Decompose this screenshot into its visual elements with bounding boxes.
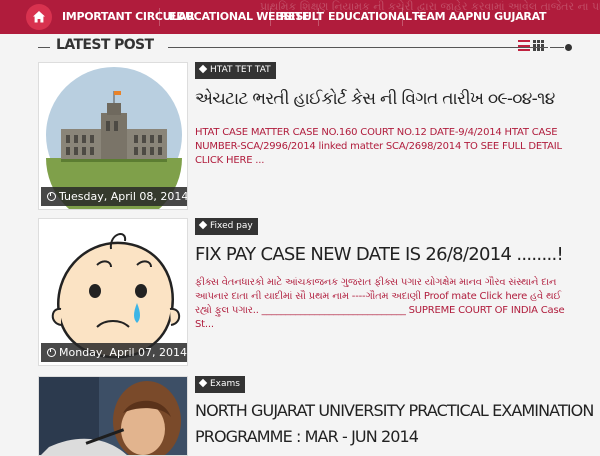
nav-divider — [270, 8, 271, 26]
student-writing-image — [39, 377, 187, 455]
nav-educational-label: EDUCATIONAL — [328, 10, 412, 23]
header-dot-icon — [565, 44, 572, 51]
view-toggle — [518, 40, 545, 51]
post-title-link[interactable]: FIX PAY CASE NEW DATE IS 26/8/2014 .....… — [195, 242, 580, 268]
post-snippet: ફીક્સ વેતનધારકો માટે આંચકાજનક ગુજરાત ફીક… — [195, 277, 565, 330]
post-snippet: HTAT CASE MATTER CASE NO.160 COURT NO.12… — [195, 127, 562, 166]
post-label-tag[interactable]: Fixed pay — [195, 218, 258, 235]
home-icon — [33, 11, 45, 23]
top-navbar: પ્રાથમિક શિક્ષણ નિયામક ની કચેરી દ્વારા જ… — [0, 0, 600, 34]
section-title: LATEST POST — [56, 37, 154, 53]
header-divider — [168, 47, 548, 48]
post-title-link[interactable]: NORTH GUJARAT UNIVERSITY PRACTICAL EXAMI… — [195, 398, 594, 424]
nav-team-aapnu-gujarat[interactable]: TEAM AAPNU GUJARAT — [412, 0, 546, 34]
nav-divider — [318, 8, 319, 26]
post-thumbnail[interactable] — [38, 376, 188, 456]
post-card: Monday, April 07, 2014 Fixed pay FIX PAY… — [38, 218, 578, 366]
post-date: Tuesday, April 08, 2014 — [41, 187, 188, 206]
post-date-text: Tuesday, April 08, 2014 — [59, 190, 188, 203]
clock-icon — [47, 348, 56, 357]
post-label-text: HTAT TET TAT — [210, 65, 271, 75]
post-label-text: Exams — [210, 379, 240, 389]
latest-post-header: LATEST POST — [38, 36, 578, 58]
list-view-icon[interactable] — [518, 40, 530, 51]
clock-icon — [47, 192, 56, 201]
header-divider — [550, 47, 564, 48]
post-title-link[interactable]: PROGRAMME : MAR - JUN 2014 — [195, 424, 580, 450]
post-date-text: Monday, April 07, 2014 — [59, 346, 188, 359]
tag-icon — [198, 220, 208, 230]
tag-icon — [198, 378, 208, 388]
home-button[interactable] — [26, 4, 52, 30]
post-label-tag[interactable]: HTAT TET TAT — [195, 62, 276, 79]
nav-divider — [159, 8, 160, 26]
post-label-text: Fixed pay — [210, 221, 253, 231]
post-thumbnail[interactable]: Tuesday, April 08, 2014 — [38, 62, 188, 210]
grid-view-icon[interactable] — [533, 40, 545, 51]
post-card: Exams NORTH GUJARAT UNIVERSITY PRACTICAL… — [38, 376, 594, 456]
post-title-link[interactable]: એચટાટ ભરતી હાઈકોર્ટ કેસ ની વિગત તારીખ ૦૯… — [195, 86, 580, 112]
nav-educational-dropdown[interactable]: EDUCATIONAL — [328, 0, 423, 34]
post-thumbnail[interactable]: Monday, April 07, 2014 — [38, 218, 188, 366]
nav-divider — [402, 8, 403, 26]
post-card: Tuesday, April 08, 2014 HTAT TET TAT એચટ… — [38, 62, 578, 210]
tag-icon — [198, 64, 208, 74]
post-label-tag[interactable]: Exams — [195, 376, 245, 393]
header-divider — [38, 47, 50, 48]
post-date: Monday, April 07, 2014 — [41, 343, 188, 362]
